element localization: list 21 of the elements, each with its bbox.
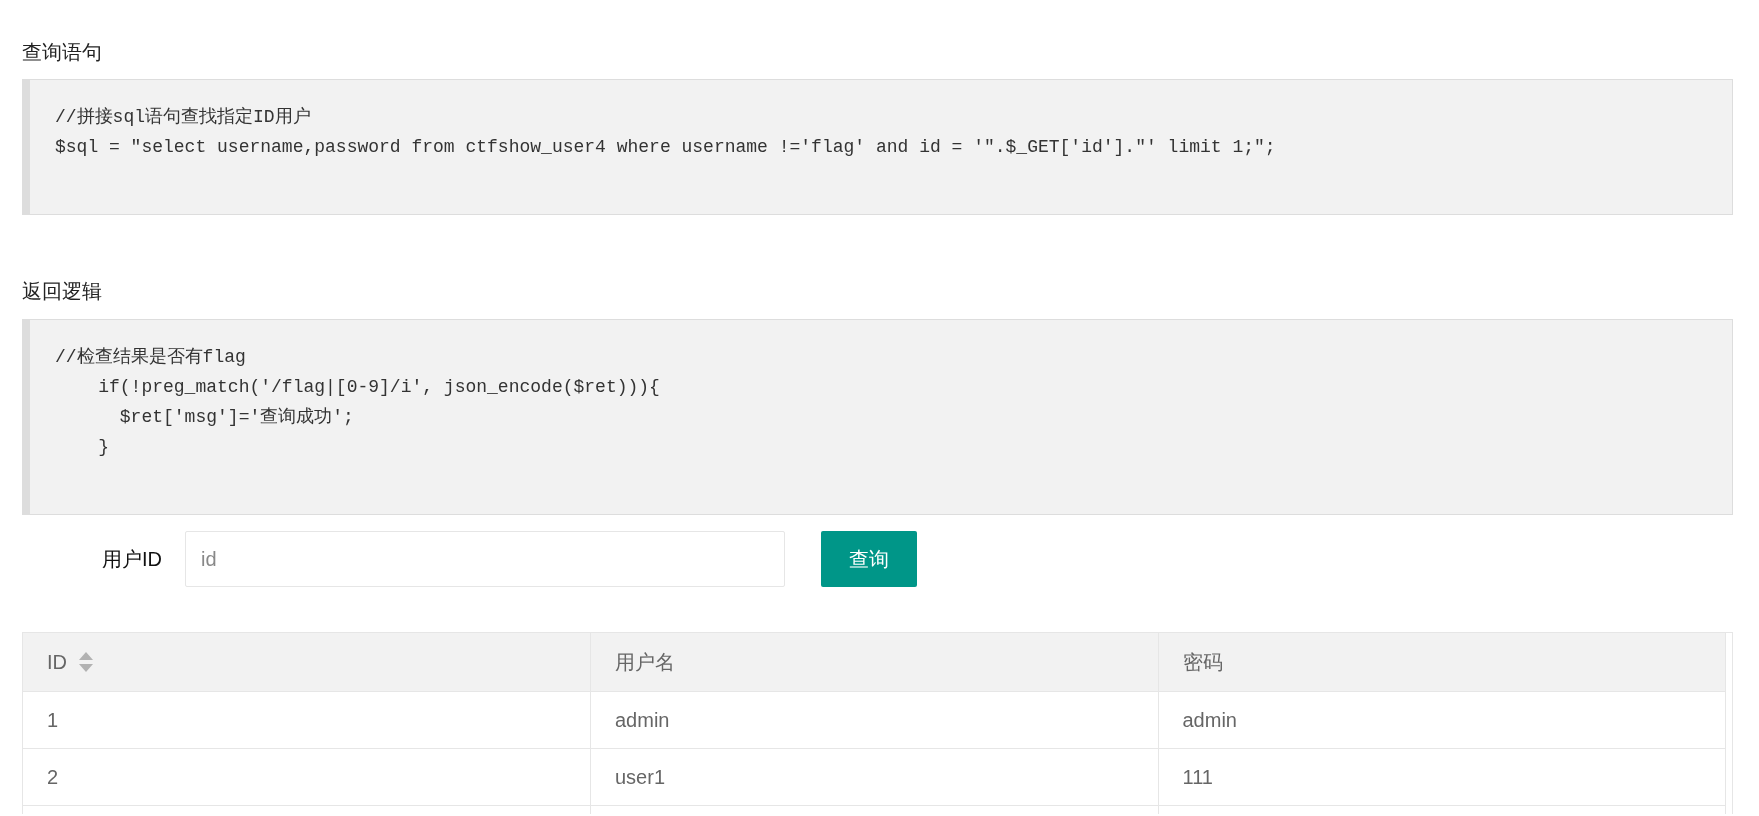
code-line: //检查结果是否有flag	[55, 346, 247, 369]
table-cell: 1	[23, 691, 591, 748]
column-header: 密码	[1182, 650, 1223, 673]
table-cell: user1	[590, 748, 1158, 805]
code-line: }	[97, 436, 110, 459]
column-header: 用户名	[615, 650, 675, 673]
section-title: 查询语句	[22, 40, 103, 65]
table-cell: admin	[1158, 691, 1726, 748]
code-line: $ret['msg']='查询成功';	[118, 406, 355, 429]
field-label: 用户ID	[102, 547, 162, 572]
code-line: //拼接sql语句查找指定ID用户	[55, 106, 312, 129]
input-field[interactable]: id	[185, 531, 785, 587]
query-button[interactable]: 查询	[821, 531, 917, 587]
table-cell: admin	[590, 691, 1158, 748]
table-cell: 2	[23, 748, 591, 805]
column-header: ID	[47, 650, 67, 673]
section-title: 返回逻辑	[22, 279, 103, 304]
code-line: if(!preg_match('/flag|[0-9]/i', json_encode($ret))){	[97, 376, 661, 399]
code-line: $sql = "select username,password from ctfshow_user4 where username !='flag' and id = '".$_GET['id']."' limit 1;";	[55, 136, 1277, 159]
sort-icon[interactable]	[79, 651, 93, 672]
table-cell: 111	[1158, 748, 1726, 805]
